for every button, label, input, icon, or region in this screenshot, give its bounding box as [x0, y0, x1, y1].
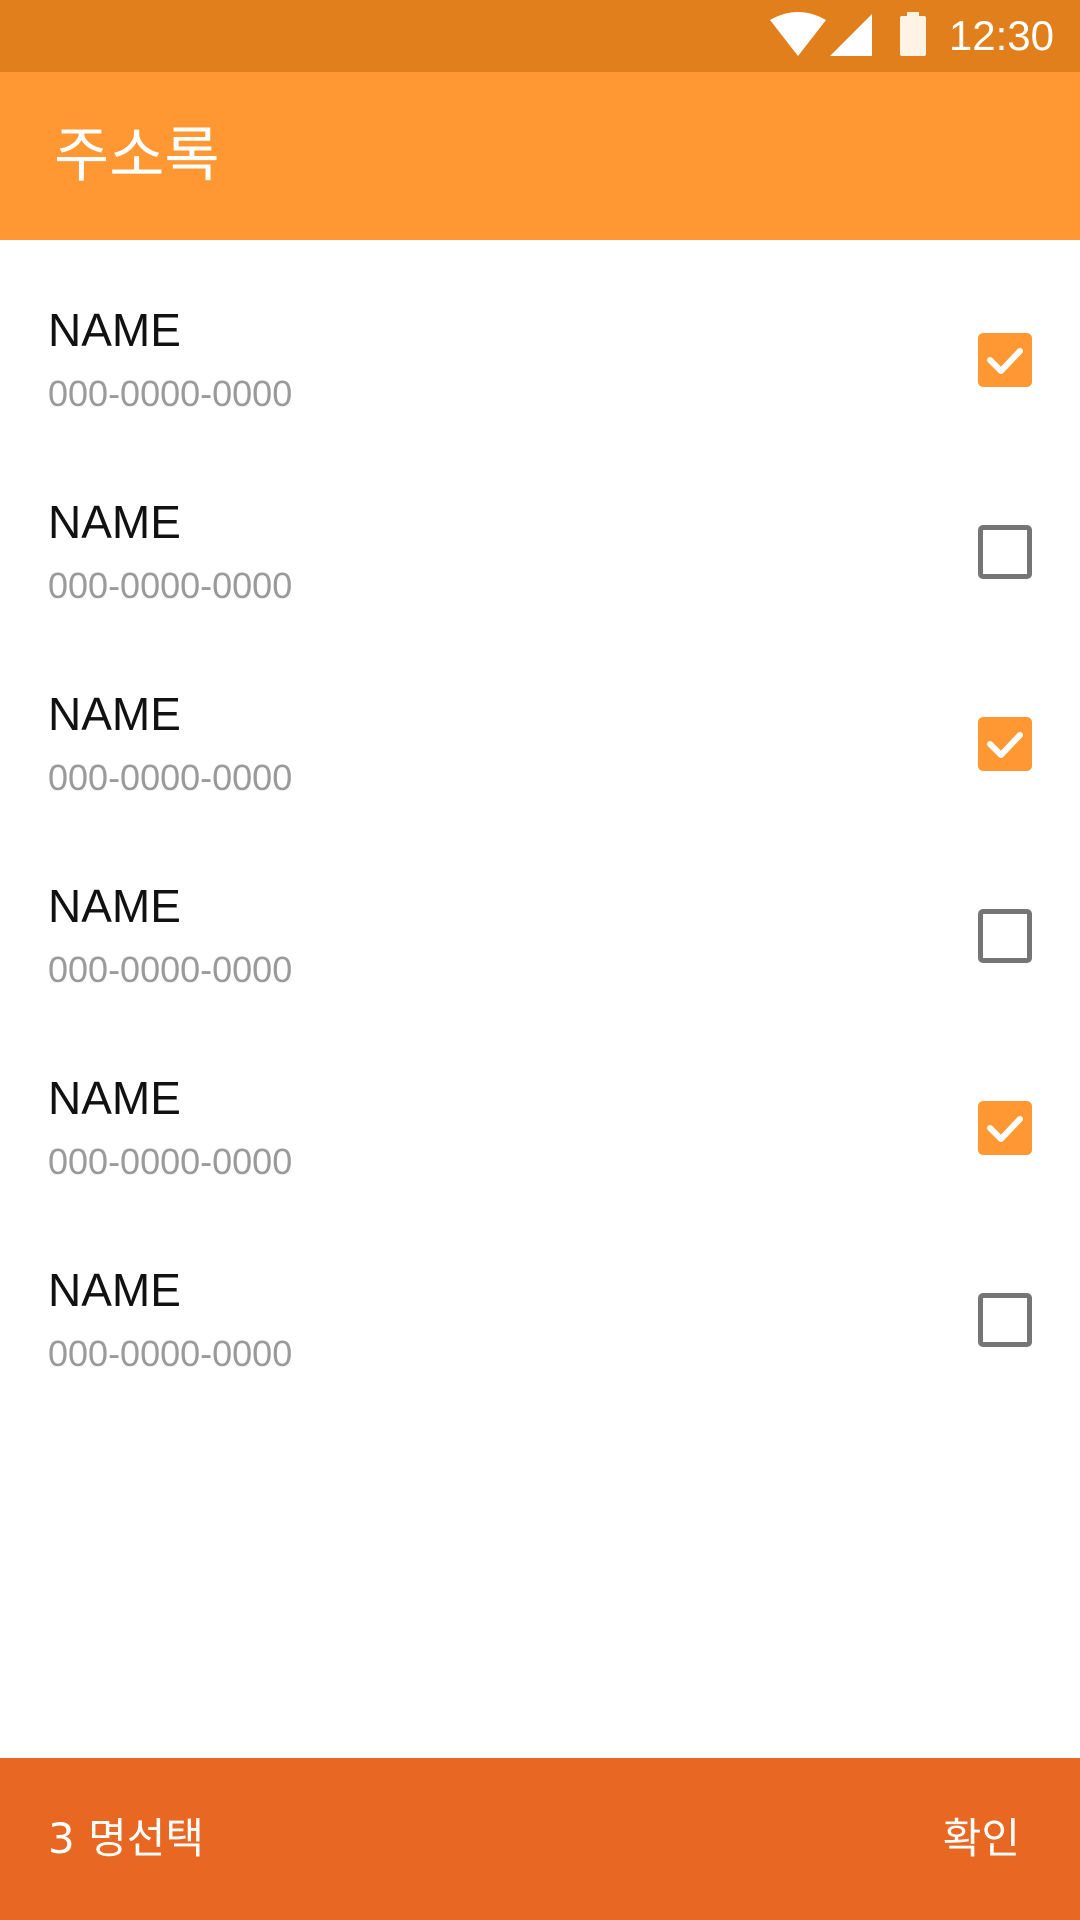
contact-phone: 000-0000-0000 — [48, 1141, 293, 1182]
contact-phone: 000-0000-0000 — [48, 1333, 293, 1374]
contact-checkbox[interactable] — [978, 717, 1032, 771]
contact-item[interactable]: NAME 000-0000-0000 — [0, 624, 1080, 816]
contact-item[interactable]: NAME 000-0000-0000 — [0, 1200, 1080, 1392]
contact-name: NAME — [48, 1264, 181, 1316]
contact-item[interactable]: NAME 000-0000-0000 — [0, 240, 1080, 432]
contact-phone: 000-0000-0000 — [48, 757, 293, 798]
signal-icon — [830, 14, 872, 56]
page-title: 주소록 — [54, 121, 220, 191]
contact-checkbox[interactable] — [978, 525, 1032, 579]
check-icon — [987, 348, 1023, 374]
contact-phone: 000-0000-0000 — [48, 565, 293, 606]
contact-list: NAME 000-0000-0000 NAME 000-0000-0000 NA… — [0, 240, 1080, 1392]
bottom-bar: 3 명선택 확인 — [0, 1758, 1080, 1920]
contact-phone: 000-0000-0000 — [48, 373, 293, 414]
confirm-button[interactable]: 확인 — [943, 1758, 1020, 1920]
app-bar: 주소록 — [0, 72, 1080, 240]
wifi-icon — [770, 12, 826, 56]
contact-item[interactable]: NAME 000-0000-0000 — [0, 432, 1080, 624]
battery-icon — [900, 12, 926, 56]
status-time: 12:30 — [948, 12, 1054, 59]
check-icon — [987, 1116, 1023, 1142]
status-bar: 12:30 — [0, 0, 1080, 72]
contact-name: NAME — [48, 880, 181, 932]
contact-checkbox[interactable] — [978, 1293, 1032, 1347]
contact-name: NAME — [48, 688, 181, 740]
contact-item[interactable]: NAME 000-0000-0000 — [0, 1008, 1080, 1200]
contact-name: NAME — [48, 496, 181, 548]
contact-name: NAME — [48, 1072, 181, 1124]
contact-phone: 000-0000-0000 — [48, 949, 293, 990]
selection-count: 3 명선택 — [48, 1814, 204, 1863]
check-icon — [987, 732, 1023, 758]
contact-item[interactable]: NAME 000-0000-0000 — [0, 816, 1080, 1008]
contact-checkbox[interactable] — [978, 909, 1032, 963]
contact-checkbox[interactable] — [978, 333, 1032, 387]
contact-name: NAME — [48, 304, 181, 356]
contact-checkbox[interactable] — [978, 1101, 1032, 1155]
